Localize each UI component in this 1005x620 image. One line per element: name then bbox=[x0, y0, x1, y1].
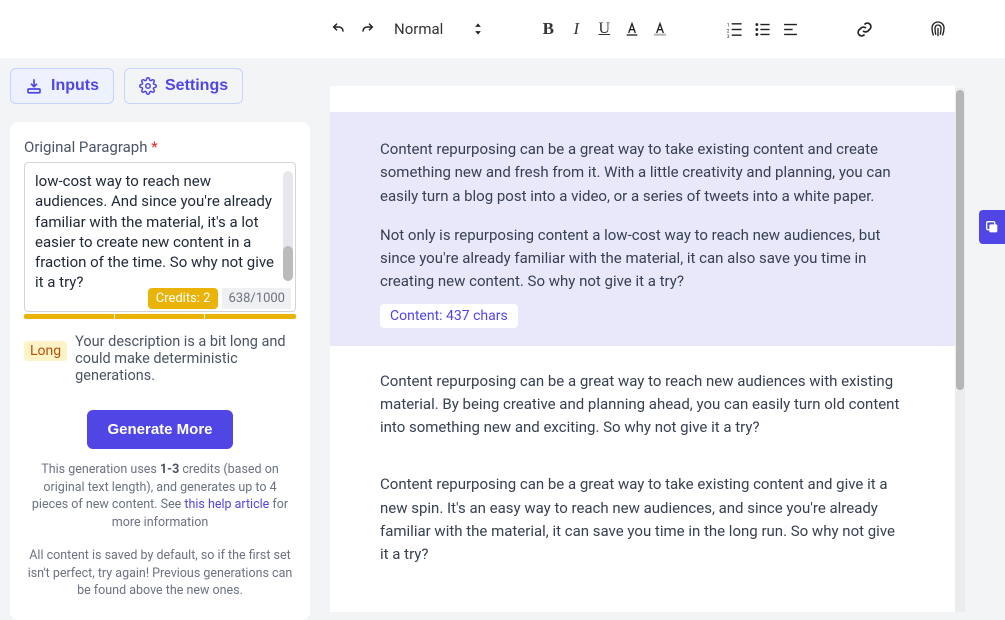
tab-inputs[interactable]: Inputs bbox=[10, 68, 114, 104]
generate-more-button[interactable]: Generate More bbox=[87, 410, 232, 449]
help-text-saved: All content is saved by default, so if t… bbox=[24, 547, 296, 600]
credits-badge: Credits: 2 bbox=[148, 288, 219, 309]
italic-icon[interactable]: I bbox=[567, 20, 585, 38]
bold-icon[interactable]: B bbox=[539, 20, 557, 38]
output-editor: Content repurposing can be a great way t… bbox=[330, 86, 955, 612]
output-block-3[interactable]: Content repurposing can be a great way t… bbox=[330, 463, 955, 590]
output1-p1: Content repurposing can be a great way t… bbox=[380, 138, 905, 208]
warn-tag: Long bbox=[24, 341, 67, 361]
selected-output-block[interactable]: Content repurposing can be a great way t… bbox=[330, 112, 955, 346]
field-label: Original Paragraph * bbox=[24, 138, 296, 156]
length-bar bbox=[24, 314, 296, 319]
output1-p2: Not only is repurposing content a low-co… bbox=[380, 224, 905, 294]
textarea-scrollbar[interactable] bbox=[283, 171, 293, 281]
highlight-icon[interactable] bbox=[651, 20, 669, 38]
tab-settings[interactable]: Settings bbox=[124, 68, 243, 104]
link-icon[interactable] bbox=[855, 20, 873, 38]
char-count: 638/1000 bbox=[222, 288, 291, 309]
length-warning: Long Your description is a bit long and … bbox=[24, 333, 296, 384]
redo-icon[interactable] bbox=[358, 20, 376, 38]
warn-text: Your description is a bit long and could… bbox=[75, 333, 296, 384]
text-color-icon[interactable] bbox=[623, 20, 641, 38]
tab-inputs-label: Inputs bbox=[51, 77, 99, 95]
original-paragraph-textarea[interactable]: low-cost way to reach new audiences. And… bbox=[24, 162, 296, 312]
copy-floating-button[interactable] bbox=[979, 210, 1005, 244]
output-block-2[interactable]: Content repurposing can be a great way t… bbox=[330, 346, 955, 464]
bullet-list-icon[interactable] bbox=[753, 20, 771, 38]
fingerprint-icon[interactable] bbox=[929, 20, 947, 38]
editor-toolbar: Normal B I U 123 bbox=[0, 0, 1005, 58]
ordered-list-icon[interactable]: 123 bbox=[725, 20, 743, 38]
format-label: Normal bbox=[394, 20, 443, 38]
editor-scrollbar[interactable] bbox=[955, 88, 965, 612]
svg-text:3: 3 bbox=[727, 34, 730, 38]
underline-icon[interactable]: U bbox=[595, 20, 613, 38]
format-dropdown[interactable]: Normal bbox=[394, 20, 483, 38]
help-text-credits: This generation uses 1-3 credits (based … bbox=[24, 461, 296, 531]
undo-icon[interactable] bbox=[330, 20, 348, 38]
help-article-link[interactable]: this help article bbox=[184, 497, 269, 512]
tab-settings-label: Settings bbox=[165, 77, 228, 95]
align-icon[interactable] bbox=[781, 20, 799, 38]
input-panel: Original Paragraph * low-cost way to rea… bbox=[10, 122, 310, 620]
content-char-badge: Content: 437 chars bbox=[380, 304, 518, 328]
